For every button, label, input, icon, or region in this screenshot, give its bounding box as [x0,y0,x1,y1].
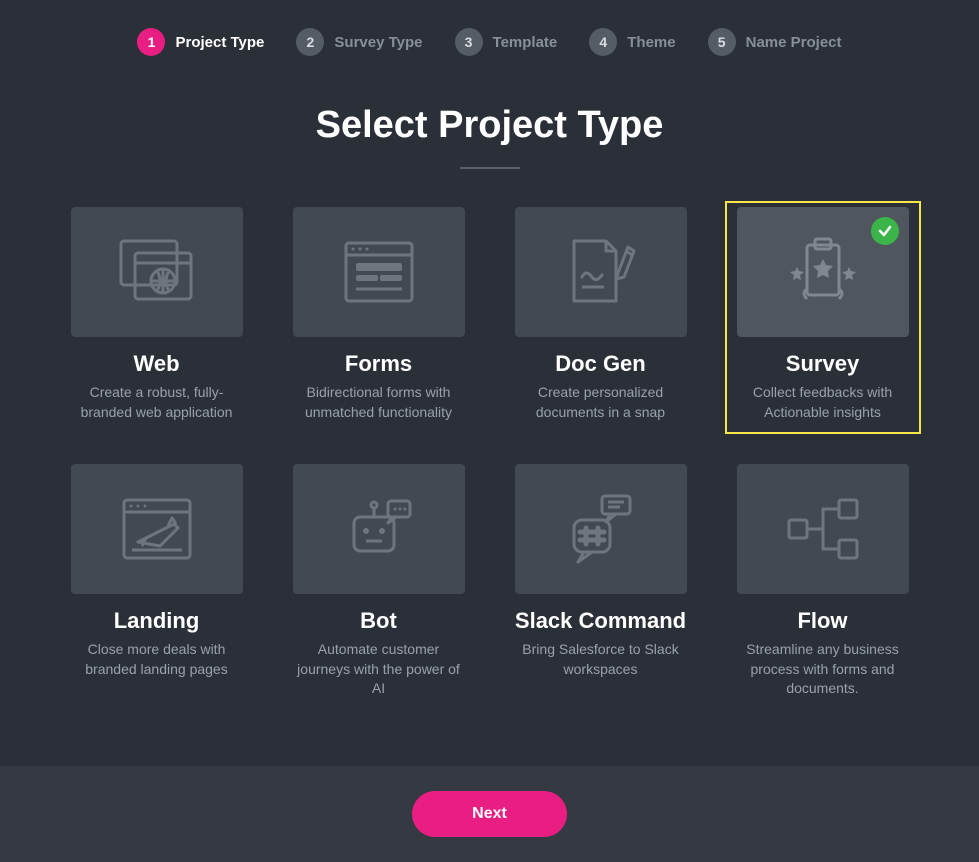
card-slack-command[interactable]: Slack Command Bring Salesforce to Slack … [503,458,699,711]
slack-icon [515,464,687,594]
web-icon [71,207,243,337]
title-divider [460,167,520,169]
card-desc: Automate customer journeys with the powe… [287,640,471,699]
card-docgen[interactable]: Doc Gen Create personalized documents in… [503,201,699,434]
step-number: 1 [137,28,165,56]
project-type-grid: Web Create a robust, fully-branded web a… [0,201,979,711]
forms-icon [293,207,465,337]
card-title: Doc Gen [555,351,645,377]
step-label: Name Project [746,34,842,51]
docgen-icon [515,207,687,337]
landing-icon [71,464,243,594]
card-title: Forms [345,351,412,377]
bot-icon [293,464,465,594]
card-title: Survey [786,351,859,377]
card-desc: Collect feedbacks with Actionable insigh… [731,383,915,422]
wizard-steps: 1 Project Type 2 Survey Type 3 Template … [0,0,979,68]
card-web[interactable]: Web Create a robust, fully-branded web a… [59,201,255,434]
card-desc: Close more deals with branded landing pa… [65,640,249,679]
flow-icon [737,464,909,594]
card-title: Web [133,351,179,377]
step-label: Survey Type [334,34,422,51]
step-number: 4 [589,28,617,56]
card-title: Slack Command [515,608,686,634]
step-name-project[interactable]: 5 Name Project [708,28,842,56]
next-button[interactable]: Next [412,791,567,837]
step-template[interactable]: 3 Template [455,28,558,56]
step-project-type[interactable]: 1 Project Type [137,28,264,56]
card-title: Flow [797,608,847,634]
footer-bar: Next [0,766,979,862]
card-desc: Bring Salesforce to Slack workspaces [509,640,693,679]
step-number: 2 [296,28,324,56]
step-label: Theme [627,34,675,51]
card-forms[interactable]: Forms Bidirectional forms with unmatched… [281,201,477,434]
card-desc: Create personalized documents in a snap [509,383,693,422]
card-title: Bot [360,608,397,634]
step-theme[interactable]: 4 Theme [589,28,675,56]
step-survey-type[interactable]: 2 Survey Type [296,28,422,56]
card-title: Landing [114,608,200,634]
step-number: 3 [455,28,483,56]
checkmark-icon [871,217,899,245]
card-survey[interactable]: Survey Collect feedbacks with Actionable… [725,201,921,434]
step-number: 5 [708,28,736,56]
page-title: Select Project Type [0,104,979,147]
survey-icon [737,207,909,337]
card-landing[interactable]: Landing Close more deals with branded la… [59,458,255,711]
card-flow[interactable]: Flow Streamline any business process wit… [725,458,921,711]
step-label: Project Type [175,34,264,51]
card-desc: Bidirectional forms with unmatched funct… [287,383,471,422]
step-label: Template [493,34,558,51]
card-desc: Streamline any business process with for… [731,640,915,699]
card-bot[interactable]: Bot Automate customer journeys with the … [281,458,477,711]
card-desc: Create a robust, fully-branded web appli… [65,383,249,422]
